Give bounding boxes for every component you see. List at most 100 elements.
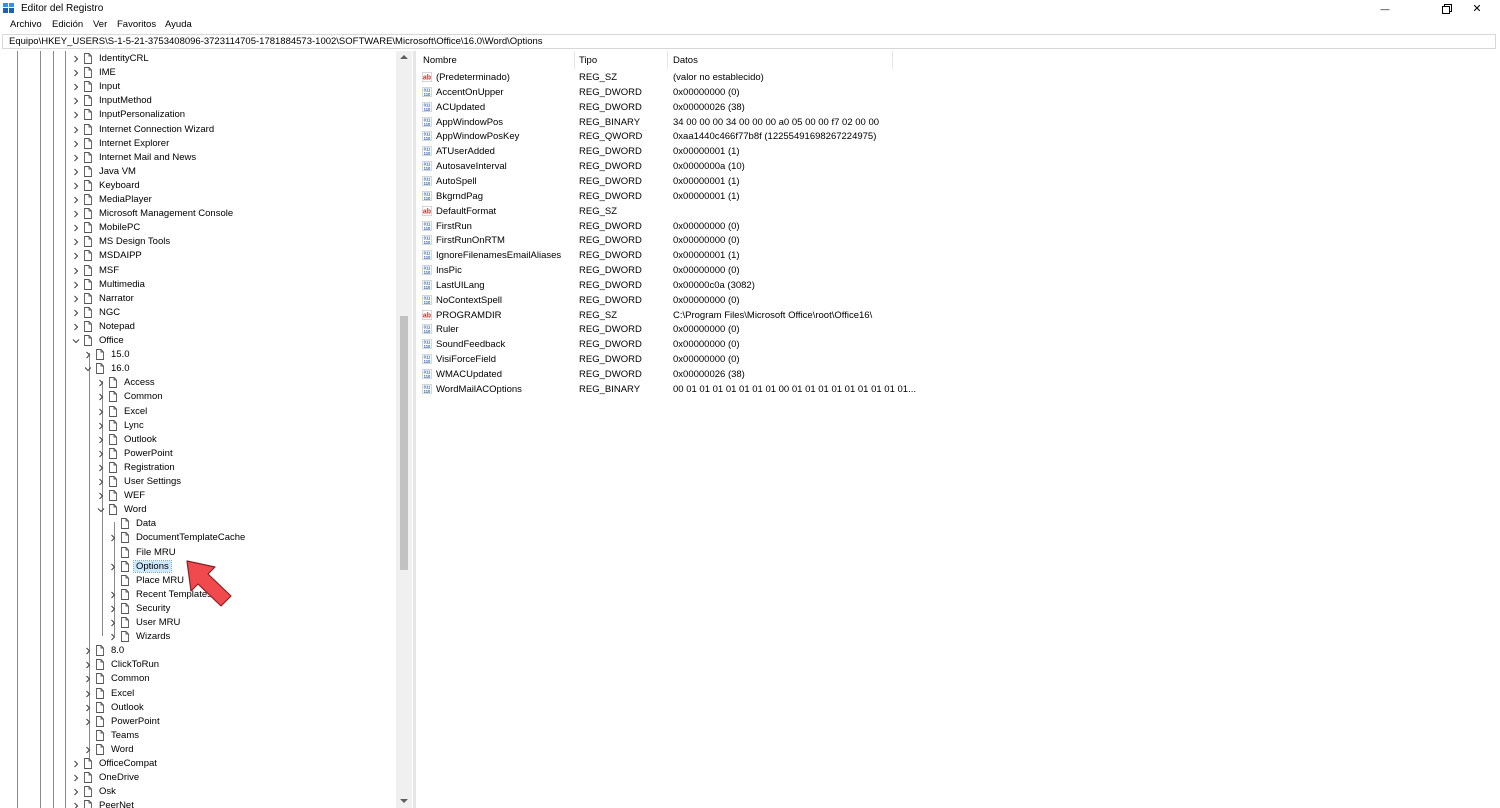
chevron-right-icon[interactable] (96, 378, 106, 388)
value-row[interactable]: 011 110 Ruler REG_DWORD 0x00000000 (0) (417, 322, 1417, 337)
chevron-right-icon[interactable] (71, 125, 81, 135)
tree-node[interactable]: Internet Mail and News (4, 151, 399, 165)
chevron-right-icon[interactable] (71, 266, 81, 276)
tree-node[interactable]: PeerNet (4, 799, 399, 808)
value-row[interactable]: 011 110 IgnoreFilenamesEmailAliases REG_DWO… (417, 248, 1417, 263)
tree-node[interactable]: Word (4, 743, 399, 757)
tree-node[interactable]: Registration (4, 461, 399, 475)
values-pane[interactable]: Nombre Tipo Datos ab (Predeterminado) REG_… (417, 51, 1500, 808)
chevron-right-icon[interactable] (71, 68, 81, 78)
tree-node[interactable]: Wizards (4, 630, 399, 644)
chevron-right-icon[interactable] (71, 110, 81, 120)
tree-node[interactable]: Lync (4, 419, 399, 433)
chevron-right-icon[interactable] (108, 618, 118, 628)
chevron-right-icon[interactable] (71, 787, 81, 797)
value-row[interactable]: 011 110 AutosaveInterval REG_DWORD 0x0000000… (417, 159, 1417, 174)
tree-node[interactable]: Excel (4, 405, 399, 419)
chevron-right-icon[interactable] (71, 167, 81, 177)
chevron-right-icon[interactable] (71, 801, 81, 808)
tree-node[interactable]: Keyboard (4, 179, 399, 193)
menu-ayuda[interactable]: Ayuda (165, 19, 192, 30)
tree-node[interactable]: IdentityCRL (4, 52, 399, 66)
tree-node[interactable]: Excel (4, 687, 399, 701)
value-row[interactable]: 011 110 BkgrndPag REG_DWORD 0x00000001 (1) (417, 189, 1417, 204)
tree-node[interactable]: 16.0 (4, 362, 399, 376)
chevron-right-icon[interactable] (71, 54, 81, 64)
value-row[interactable]: ab PROGRAMDIR REG_SZ C:\Program Files\Micro… (417, 308, 1417, 323)
chevron-right-icon[interactable] (71, 759, 81, 769)
tree-node[interactable]: Microsoft Management Console (4, 207, 399, 221)
value-row[interactable]: 011 110 WordMailACOptions REG_BINARY 00 01 0… (417, 382, 1417, 397)
tree-node[interactable]: 15.0 (4, 348, 399, 362)
tree-node[interactable]: InputMethod (4, 94, 399, 108)
chevron-right-icon[interactable] (83, 717, 93, 727)
chevron-right-icon[interactable] (108, 604, 118, 614)
chevron-right-icon[interactable] (108, 562, 118, 572)
tree-node[interactable]: PowerPoint (4, 715, 399, 729)
value-row[interactable]: 011 110 ACUpdated REG_DWORD 0x00000026 (38) (417, 100, 1417, 115)
minimize-button[interactable]: — (1362, 0, 1408, 17)
chevron-right-icon[interactable] (71, 251, 81, 261)
chevron-right-icon[interactable] (71, 96, 81, 106)
chevron-right-icon[interactable] (83, 646, 93, 656)
value-row[interactable]: 011 110 AppWindowPosKey REG_QWORD 0xaa1440c4… (417, 129, 1417, 144)
chevron-right-icon[interactable] (108, 533, 118, 543)
tree-node[interactable]: MobilePC (4, 221, 399, 235)
tree-node[interactable]: MS Design Tools (4, 235, 399, 249)
pane-splitter[interactable] (413, 51, 416, 808)
chevron-right-icon[interactable] (83, 703, 93, 713)
value-row[interactable]: 011 110 NoContextSpell REG_DWORD 0x00000000 … (417, 293, 1417, 308)
value-row[interactable]: 011 110 AccentOnUpper REG_DWORD 0x00000000 (… (417, 85, 1417, 100)
chevron-right-icon[interactable] (71, 209, 81, 219)
key-tree-pane[interactable]: IdentityCRL IME Input InputMethod InputPerso… (4, 51, 412, 808)
tree-node[interactable]: Data (4, 517, 399, 531)
tree-node[interactable]: ClickToRun (4, 658, 399, 672)
chevron-right-icon[interactable] (71, 181, 81, 191)
tree-node[interactable]: Teams (4, 729, 399, 743)
chevron-right-icon[interactable] (71, 139, 81, 149)
menu-ver[interactable]: Ver (93, 19, 107, 30)
tree-node[interactable]: Narrator (4, 292, 399, 306)
menu-favoritos[interactable]: Favoritos (117, 19, 156, 30)
tree-node[interactable]: User Settings (4, 475, 399, 489)
scroll-up-icon[interactable] (400, 54, 408, 60)
tree-node[interactable]: Internet Explorer (4, 137, 399, 151)
menu-archivo[interactable]: Archivo (10, 19, 42, 30)
tree-node[interactable]: Multimedia (4, 278, 399, 292)
tree-node[interactable]: Input (4, 80, 399, 94)
address-bar[interactable]: Equipo\HKEY_USERS\S-1-5-21-3753408096-37… (2, 34, 1496, 49)
tree-node[interactable]: Outlook (4, 701, 399, 715)
chevron-right-icon[interactable] (83, 660, 93, 670)
tree-node[interactable]: PowerPoint (4, 447, 399, 461)
scroll-down-icon[interactable] (400, 798, 408, 804)
column-separator[interactable] (892, 51, 893, 69)
value-row[interactable]: 011 110 ATUserAdded REG_DWORD 0x00000001 (1) (417, 144, 1417, 159)
value-row[interactable]: 011 110 VisiForceField REG_DWORD 0x00000000 … (417, 352, 1417, 367)
chevron-right-icon[interactable] (108, 590, 118, 600)
menu-edicion[interactable]: Edición (52, 19, 83, 30)
tree-node[interactable]: Internet Connection Wizard (4, 123, 399, 137)
tree-scrollbar[interactable] (396, 51, 412, 808)
column-separator[interactable] (574, 51, 575, 69)
tree-node[interactable]: OfficeCompat (4, 757, 399, 771)
chevron-right-icon[interactable] (96, 421, 106, 431)
value-row[interactable]: 011 110 AppWindowPos REG_BINARY 34 00 00 00 … (417, 115, 1417, 130)
tree-node[interactable]: MSF (4, 264, 399, 278)
tree-node[interactable]: MSDAIPP (4, 249, 399, 263)
scrollbar-thumb[interactable] (400, 316, 408, 570)
tree-node[interactable]: Osk (4, 785, 399, 799)
tree-node[interactable]: User MRU (4, 616, 399, 630)
chevron-right-icon[interactable] (71, 280, 81, 290)
tree-node[interactable]: Common (4, 672, 399, 686)
chevron-right-icon[interactable] (96, 435, 106, 445)
tree-node[interactable]: Office (4, 334, 399, 348)
chevron-right-icon[interactable] (83, 689, 93, 699)
tree-node[interactable]: InputPersonalization (4, 108, 399, 122)
tree-node[interactable]: Access (4, 376, 399, 390)
value-row[interactable]: 011 110 FirstRun REG_DWORD 0x00000000 (0) (417, 219, 1417, 234)
column-separator[interactable] (667, 51, 668, 69)
chevron-right-icon[interactable] (96, 449, 106, 459)
chevron-right-icon[interactable] (83, 350, 93, 360)
tree-node[interactable]: Notepad (4, 320, 399, 334)
chevron-right-icon[interactable] (96, 407, 106, 417)
